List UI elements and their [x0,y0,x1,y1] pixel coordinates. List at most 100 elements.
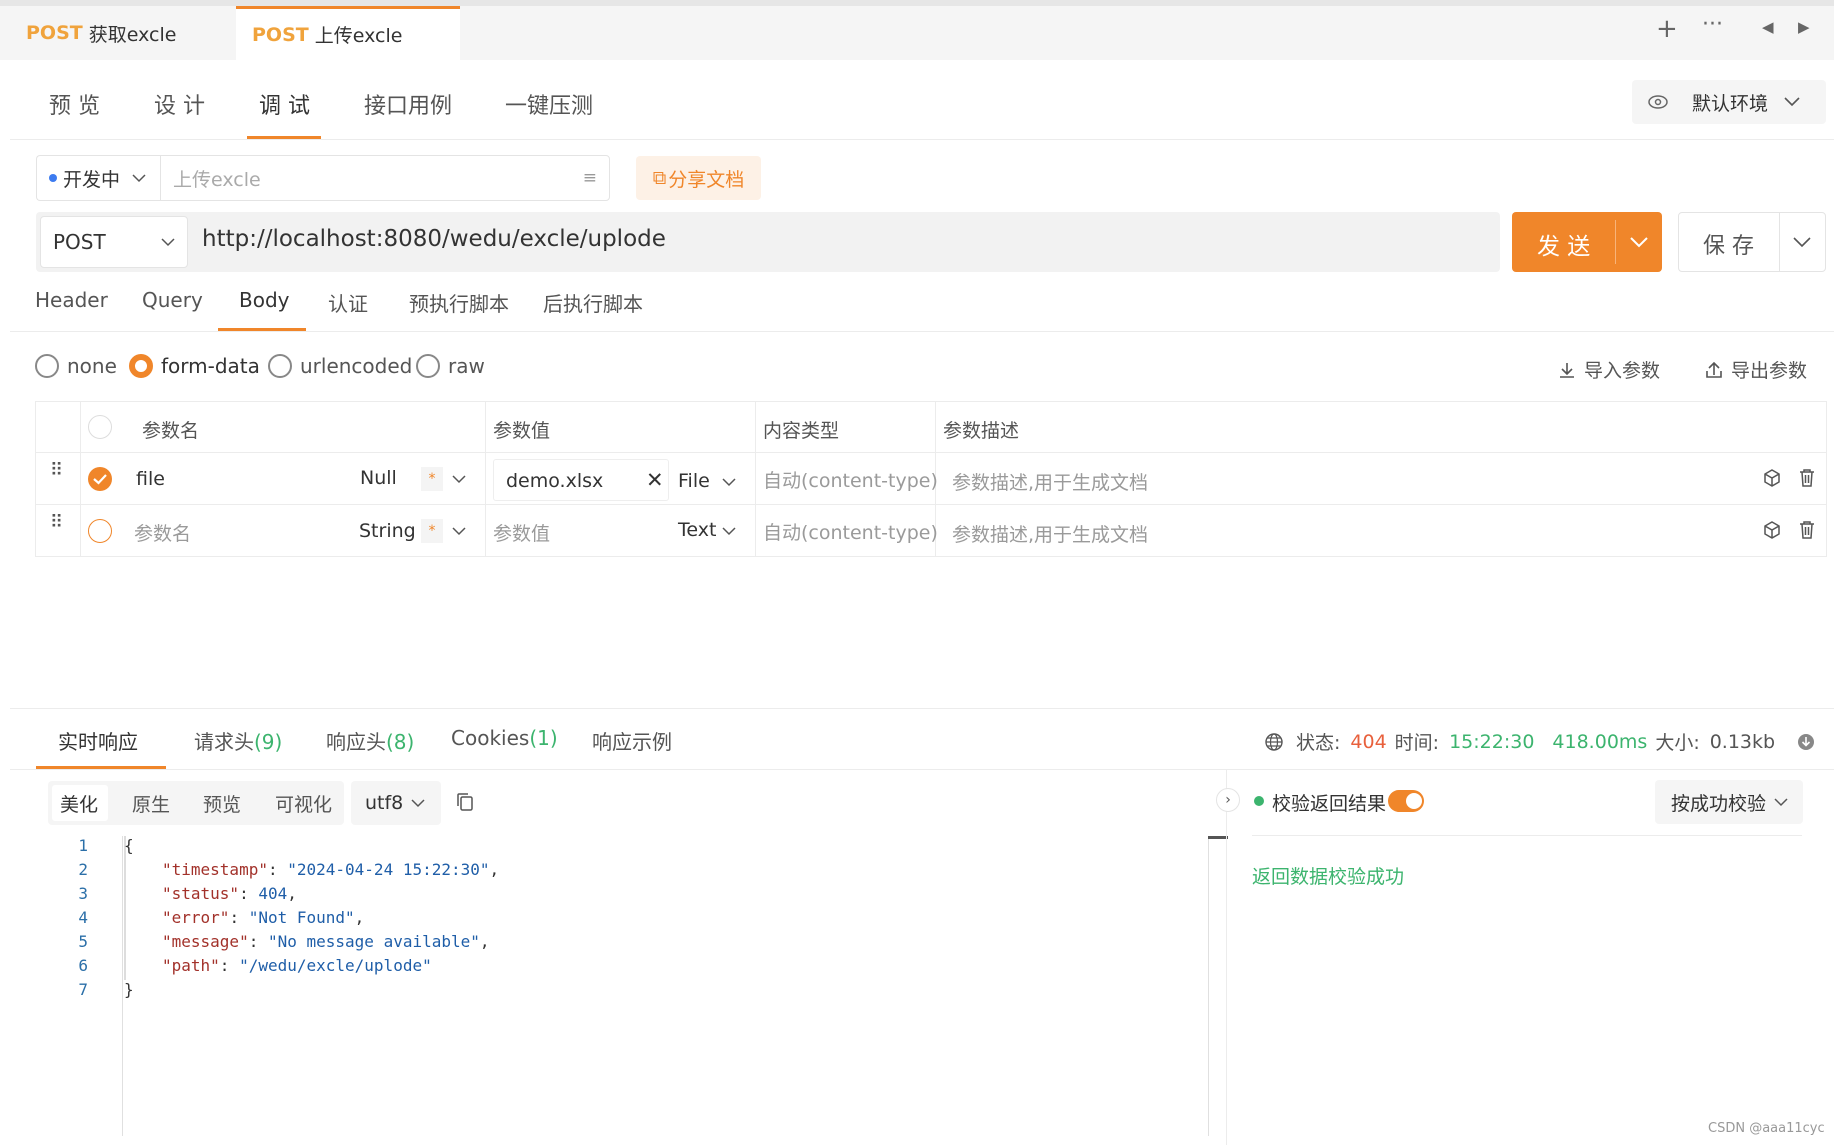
value-type[interactable]: File [678,470,710,492]
import-params-button[interactable]: 导入参数 [1558,356,1660,383]
tab-label: 响应头 [326,730,386,754]
tab-response-headers[interactable]: 响应头(8) [326,726,414,755]
row-checkbox[interactable] [88,519,112,543]
api-name-input[interactable]: 上传excle ≡ [160,155,610,201]
copy-icon[interactable] [456,792,474,812]
tab-post-script[interactable]: 后执行脚本 [543,288,643,317]
close-icon[interactable]: ✕ [646,468,664,492]
tab-preview[interactable]: 预 览 [49,88,100,120]
param-type[interactable]: Null [360,467,397,489]
tab-cookies[interactable]: Cookies(1) [451,726,558,750]
divider [10,331,1834,332]
line-number: 3 [78,884,88,903]
chevron-down-icon[interactable] [452,475,466,484]
more-icon[interactable]: ··· [1702,12,1723,37]
radio-urlencoded[interactable]: urlencoded [268,354,412,378]
drag-handle-icon[interactable]: ⠿ [50,514,63,532]
trash-icon[interactable] [1797,520,1817,540]
environment-selector[interactable]: 默认环境 [1632,80,1826,124]
drag-handle-icon[interactable]: ⠿ [50,462,63,480]
select-all-checkbox[interactable] [88,415,112,439]
param-name-placeholder[interactable]: 参数名 [134,519,191,546]
chevron-down-icon[interactable] [1793,237,1811,248]
validate-mode-select[interactable]: 按成功校验 [1655,780,1803,824]
file-tab-get-excle[interactable]: POST 获取excle [10,6,234,60]
tab-debug[interactable]: 调 试 [259,88,310,120]
file-chip[interactable]: demo.xlsx ✕ [493,459,669,501]
format-pretty[interactable]: 美化 [60,790,98,817]
api-status-select[interactable]: 开发中 [36,155,160,201]
scrollbar-thumb[interactable] [1208,836,1228,839]
environment-label: 默认环境 [1692,92,1769,115]
format-raw[interactable]: 原生 [132,790,170,817]
chevron-down-icon[interactable] [722,527,736,536]
url-input[interactable]: http://localhost:8080/wedu/excle/uplode [202,226,666,252]
code-line: "status": 404, [162,884,297,903]
tab-query[interactable]: Query [142,288,203,312]
tab-label: Cookies [451,726,530,750]
encoding-select[interactable]: utf8 [351,781,441,825]
chevron-down-icon[interactable] [722,478,736,487]
validate-label: 校验返回结果 [1272,793,1387,815]
param-description[interactable]: 参数描述,用于生成文档 [952,520,1148,547]
scroll-left-icon[interactable]: ◀ [1762,18,1774,36]
content-type[interactable]: 自动(content-type) [763,518,938,545]
required-toggle[interactable]: * [421,519,443,543]
chevron-down-icon[interactable] [452,527,466,536]
content-type[interactable]: 自动(content-type) [763,466,938,493]
response-size: 0.13kb [1709,730,1776,753]
chevron-down-icon [1784,97,1800,107]
row-checkbox-checked[interactable] [88,467,112,491]
file-tab-upload-excle[interactable]: POST 上传excle [236,6,460,60]
tab-load-test[interactable]: 一键压测 [505,88,593,120]
radio-circle-selected [129,354,153,378]
status-dot [1254,796,1264,806]
tab-realtime-response[interactable]: 实时响应 [58,726,138,755]
format-visualize[interactable]: 可视化 [275,790,332,817]
tab-body[interactable]: Body [239,288,290,312]
trash-icon[interactable] [1797,468,1817,488]
response-code-editor[interactable]: 1 2 3 4 5 6 7 { "timestamp": "2024-04-24… [48,836,1228,1136]
tab-auth[interactable]: 认证 [328,288,368,317]
send-button[interactable]: 发 送 [1512,212,1662,272]
required-toggle[interactable]: * [421,467,443,491]
download-circle-icon[interactable] [1797,733,1815,751]
radio-raw[interactable]: raw [416,354,485,378]
share-doc-button[interactable]: ⧉ 分享文档 [636,156,761,200]
globe-icon[interactable] [1264,732,1284,752]
code-line: { [124,836,134,855]
save-button[interactable]: 保 存 [1678,212,1826,272]
param-name[interactable]: file [136,468,165,490]
export-params-label: 导出参数 [1731,360,1808,382]
tab-response-examples[interactable]: 响应示例 [592,726,672,755]
json-value: "Not Found" [248,908,355,927]
collapse-panel-icon[interactable]: › [1216,788,1240,812]
response-duration: 418.00ms [1552,730,1648,753]
panel-splitter[interactable] [1226,770,1227,1145]
tab-request-headers[interactable]: 请求头(9) [194,726,282,755]
tab-design[interactable]: 设 计 [154,88,205,120]
param-type[interactable]: String [359,520,416,542]
tab-header[interactable]: Header [35,288,108,312]
cube-icon[interactable] [1762,468,1782,488]
radio-form-data[interactable]: form-data [129,354,260,378]
code-line: "path": "/wedu/excle/uplode" [162,956,432,975]
format-preview[interactable]: 预览 [203,790,241,817]
edit-note-icon[interactable]: ≡ [583,168,597,188]
param-description[interactable]: 参数描述,用于生成文档 [952,468,1148,495]
tab-pre-script[interactable]: 预执行脚本 [409,288,509,317]
radio-none[interactable]: none [35,354,117,378]
upload-icon [1706,361,1722,378]
file-tab-label: 获取excle [88,23,177,46]
api-status-value: 开发中 [63,168,121,191]
add-tab-icon[interactable]: + [1656,14,1678,44]
export-params-button[interactable]: 导出参数 [1705,356,1807,383]
col-header-value: 参数值 [493,420,551,442]
value-type[interactable]: Text [678,519,716,541]
method-select[interactable]: POST [40,216,188,268]
scroll-right-icon[interactable]: ▶ [1798,18,1810,36]
param-value-placeholder[interactable]: 参数值 [493,519,550,546]
tab-test-cases[interactable]: 接口用例 [364,88,452,120]
chevron-down-icon[interactable] [1630,237,1648,248]
cube-icon[interactable] [1762,520,1782,540]
